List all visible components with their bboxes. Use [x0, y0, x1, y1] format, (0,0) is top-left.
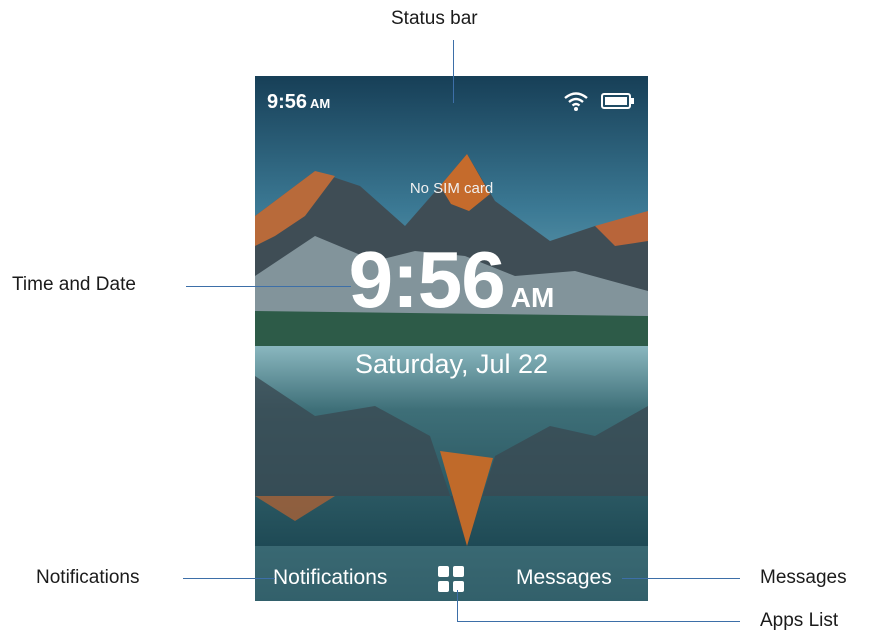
status-bar: 9:56 AM [255, 76, 648, 128]
apps-list-leader-horizontal [457, 621, 740, 622]
status-ampm-text: AM [310, 96, 331, 111]
lockscreen-time: 9:56 [348, 235, 506, 324]
status-clock: 9:56 AM [267, 90, 330, 116]
time-date-leader-line [186, 286, 351, 287]
callout-messages: Messages [760, 567, 847, 588]
callout-apps-list: Apps List [760, 610, 839, 631]
apps-grid-icon[interactable] [438, 566, 464, 592]
messages-softkey[interactable]: Messages [516, 565, 612, 591]
carrier-status: No SIM card [409, 180, 494, 197]
bottom-softkey-bar: Notifications Messages [255, 560, 648, 598]
messages-leader-line [622, 578, 740, 579]
lockscreen-date: Saturday, Jul 22 [354, 349, 549, 379]
callout-notifications: Notifications [36, 567, 140, 588]
wifi-icon [564, 92, 588, 111]
phone-screen: 9:56 AM No SIM card 9:56 AM Saturday, Jul … [255, 76, 648, 601]
battery-icon [601, 93, 634, 109]
status-time-text: 9:56 [267, 91, 308, 113]
notifications-softkey[interactable]: Notifications [273, 565, 387, 591]
lockscreen-ampm: AM [510, 282, 555, 313]
notifications-leader-line [183, 578, 275, 579]
status-bar-leader-line [453, 40, 454, 103]
apps-list-leader-vertical [457, 590, 458, 622]
lockscreen-clock: 9:56 AM [255, 240, 648, 320]
wallpaper-image [255, 76, 648, 601]
callout-status-bar: Status bar [391, 8, 478, 29]
callout-time-and-date: Time and Date [12, 274, 136, 295]
